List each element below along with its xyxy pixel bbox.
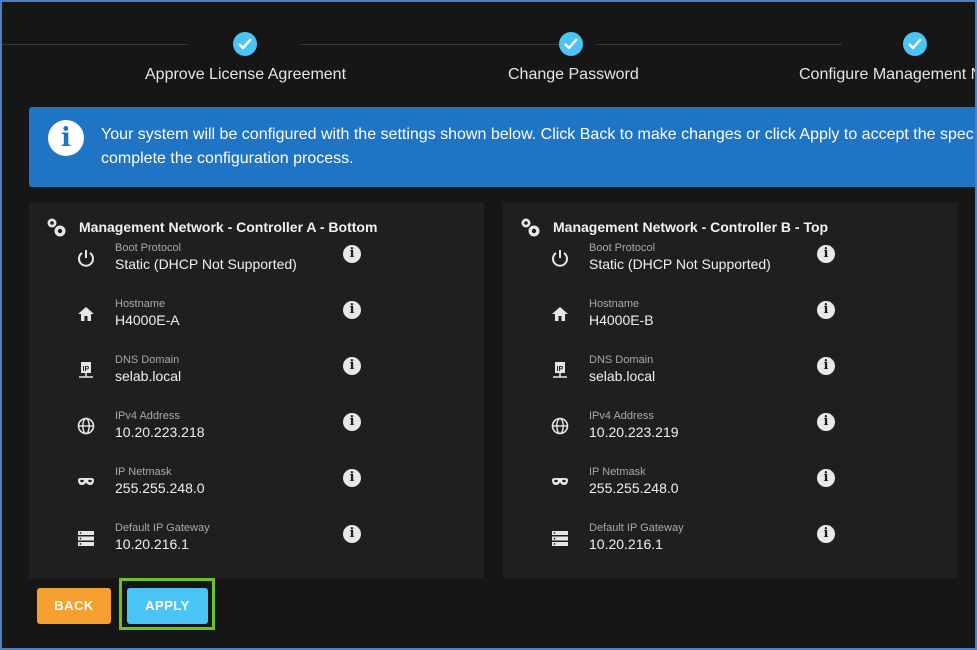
step-connector xyxy=(301,44,559,45)
globe-icon xyxy=(77,417,95,435)
info-button[interactable]: i xyxy=(817,469,835,487)
setting-label: Hostname xyxy=(589,298,640,310)
setting-value: 255.255.248.0 xyxy=(589,480,679,496)
info-button[interactable]: i xyxy=(817,413,835,431)
setting-value: 10.20.216.1 xyxy=(115,536,189,552)
setting-value: 255.255.248.0 xyxy=(115,480,205,496)
dns-icon: IP xyxy=(553,362,567,378)
power-icon xyxy=(78,250,94,267)
info-button[interactable]: i xyxy=(343,245,361,263)
step-1-check-icon xyxy=(233,32,257,56)
card-title: Management Network - Controller A - Bott… xyxy=(79,219,378,235)
setting-value: selab.local xyxy=(589,368,656,384)
step-2-label: Change Password xyxy=(508,66,639,83)
banner-message: Your system will be configured with the … xyxy=(101,126,974,167)
setting-label: Default IP Gateway xyxy=(115,522,210,534)
setting-value: 10.20.223.219 xyxy=(589,424,679,440)
controller-a-card: Management Network - Controller A - Bott… xyxy=(29,202,484,578)
svg-text:IP: IP xyxy=(83,366,90,373)
setting-row-dns-domain: IP DNS Domain selab.local i xyxy=(29,354,484,406)
step-3-label: Configure Management N xyxy=(799,66,977,83)
setting-row-ip-netmask: IP Netmask 255.255.248.0 i xyxy=(503,466,958,518)
svg-text:IP: IP xyxy=(557,366,564,373)
setting-row-dns-domain: IP DNS Domain selab.local i xyxy=(503,354,958,406)
info-button[interactable]: i xyxy=(343,413,361,431)
setting-row-ip-netmask: IP Netmask 255.255.248.0 i xyxy=(29,466,484,518)
power-icon xyxy=(552,250,568,267)
step-3-check-icon xyxy=(903,32,927,56)
setting-row-hostname: Hostname H4000E-A i xyxy=(29,298,484,350)
step-1-label: Approve License Agreement xyxy=(145,66,347,83)
setting-row-boot-protocol: Boot Protocol Static (DHCP Not Supported… xyxy=(29,242,484,294)
info-button[interactable]: i xyxy=(817,301,835,319)
setting-label: IP Netmask xyxy=(115,466,172,478)
info-button[interactable]: i xyxy=(343,301,361,319)
setting-label: Hostname xyxy=(115,298,166,310)
setting-value: Static (DHCP Not Supported) xyxy=(115,256,297,272)
setting-row-hostname: Hostname H4000E-B i xyxy=(503,298,958,350)
step-connector xyxy=(2,44,188,45)
setting-row-ipv4-address: IPv4 Address 10.20.223.219 i xyxy=(503,410,958,462)
setting-label: IPv4 Address xyxy=(589,410,654,422)
setup-wizard-window: Approve License Agreement Change Passwor… xyxy=(0,0,977,650)
globe-icon xyxy=(551,417,569,435)
home-icon xyxy=(78,307,94,321)
info-button[interactable]: i xyxy=(817,525,835,543)
setting-value: H4000E-B xyxy=(589,312,654,328)
server-icon xyxy=(552,531,568,546)
step-2-check-icon xyxy=(559,32,583,56)
step-connector xyxy=(596,44,842,45)
back-button[interactable]: BACK xyxy=(37,588,111,624)
info-button[interactable]: i xyxy=(343,357,361,375)
setting-value: 10.20.216.1 xyxy=(589,536,663,552)
setting-label: IPv4 Address xyxy=(115,410,180,422)
info-banner: i Your system will be configured with th… xyxy=(29,107,975,187)
setting-row-ipv4-address: IPv4 Address 10.20.223.218 i xyxy=(29,410,484,462)
card-title: Management Network - Controller B - Top xyxy=(553,219,829,235)
apply-button[interactable]: APPLY xyxy=(127,588,208,624)
controller-b-card: Management Network - Controller B - Top … xyxy=(503,202,958,578)
setting-label: Boot Protocol xyxy=(589,242,656,254)
dns-icon: IP xyxy=(79,362,93,378)
info-button[interactable]: i xyxy=(817,245,835,263)
mask-icon xyxy=(552,478,568,485)
setting-value: 10.20.223.218 xyxy=(115,424,205,440)
wizard-stepper: Approve License Agreement Change Passwor… xyxy=(2,2,975,102)
home-icon xyxy=(552,307,568,321)
info-icon: i xyxy=(48,120,84,156)
setting-label: DNS Domain xyxy=(589,354,654,366)
gears-icon xyxy=(521,218,540,237)
setting-label: DNS Domain xyxy=(115,354,180,366)
setting-row-boot-protocol: Boot Protocol Static (DHCP Not Supported… xyxy=(503,242,958,294)
server-icon xyxy=(78,531,94,546)
setting-label: Boot Protocol xyxy=(115,242,182,254)
setting-label: Default IP Gateway xyxy=(589,522,684,534)
info-button[interactable]: i xyxy=(817,357,835,375)
setting-label: IP Netmask xyxy=(589,466,646,478)
gears-icon xyxy=(47,218,66,237)
setting-value: Static (DHCP Not Supported) xyxy=(589,256,771,272)
setting-value: selab.local xyxy=(115,368,182,384)
info-button[interactable]: i xyxy=(343,525,361,543)
setting-row-default-gateway: Default IP Gateway 10.20.216.1 i xyxy=(29,522,484,574)
info-button[interactable]: i xyxy=(343,469,361,487)
mask-icon xyxy=(78,478,94,485)
setting-row-default-gateway: Default IP Gateway 10.20.216.1 i xyxy=(503,522,958,574)
setting-value: H4000E-A xyxy=(115,312,180,328)
